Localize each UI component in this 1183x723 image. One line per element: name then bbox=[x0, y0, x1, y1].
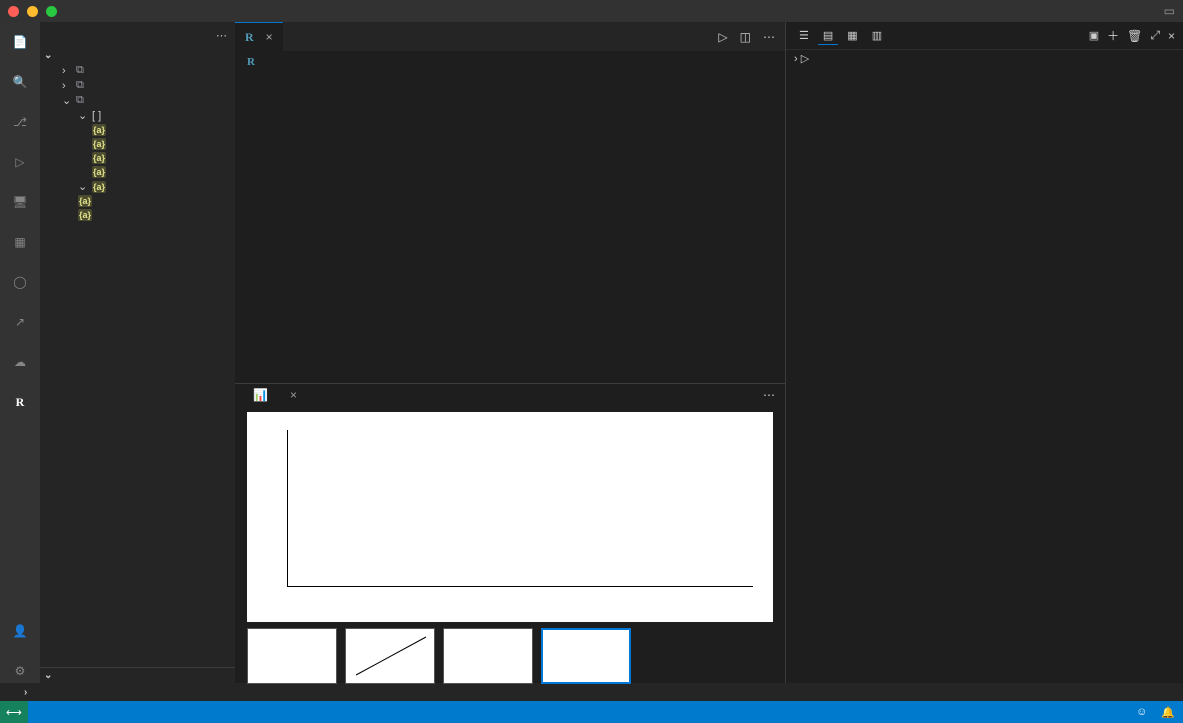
remote-status[interactable]: ⟷ bbox=[0, 701, 28, 723]
var-dt-x1[interactable]: {a} bbox=[40, 137, 235, 151]
sidebar: ⋯ ⌄ ›⧉ ›⧉ ⌄⧉ ⌄[ ] {a} {a} {a} {a} ⌄{a} {… bbox=[40, 22, 235, 683]
r-extension-icon[interactable]: R bbox=[8, 390, 32, 414]
trash-icon[interactable]: 🗑 bbox=[1127, 29, 1142, 43]
plot-frame bbox=[287, 430, 753, 587]
remote-icon[interactable]: 🖥 bbox=[8, 190, 32, 214]
maximize-panel-icon[interactable]: ⤢ bbox=[1150, 28, 1160, 43]
terminal-body[interactable] bbox=[786, 67, 1183, 683]
terminal-header: ☰ ▤ ▦ ▥ ▣ ＋ 🗑 ⤢ × bbox=[786, 22, 1183, 50]
code-editor[interactable] bbox=[235, 72, 785, 383]
plot-canvas[interactable] bbox=[247, 412, 773, 622]
github-icon[interactable]: ◯ bbox=[8, 270, 32, 294]
loaded-namespaces[interactable]: ›⧉ bbox=[40, 78, 235, 93]
minimize-window-button[interactable] bbox=[27, 6, 38, 17]
more-actions-icon[interactable]: ⋯ bbox=[763, 30, 775, 44]
close-tab-icon[interactable]: × bbox=[266, 30, 273, 44]
var-dt-x2[interactable]: {a} bbox=[40, 151, 235, 165]
close-panel-icon[interactable]: × bbox=[1168, 29, 1175, 43]
breadcrumb[interactable]: R bbox=[235, 52, 785, 72]
scm-icon[interactable]: ⎇ bbox=[8, 110, 32, 134]
statusbar: ⟷ ☺ 🔔 bbox=[0, 701, 1183, 723]
editor-tab-row: R × ▷ ◫ ⋯ bbox=[235, 22, 785, 52]
run-icon[interactable]: ▷ bbox=[718, 30, 727, 44]
global-environment[interactable]: ⌄⧉ bbox=[40, 93, 235, 108]
var-model[interactable]: ⌄{a} bbox=[40, 179, 235, 194]
split-editor-icon[interactable]: ◫ bbox=[740, 30, 751, 44]
plot-thumb-1[interactable] bbox=[247, 628, 337, 684]
var-dt-y[interactable]: {a} bbox=[40, 165, 235, 179]
panel-more-icon[interactable]: ⋯ bbox=[763, 388, 785, 402]
var-n[interactable]: {a} bbox=[40, 194, 235, 208]
term-tab-2[interactable]: ▤ bbox=[818, 27, 838, 45]
term-tab-4[interactable]: ▥ bbox=[867, 27, 887, 45]
var-dt[interactable]: ⌄[ ] bbox=[40, 108, 235, 123]
r-file-icon: R bbox=[247, 56, 255, 68]
line-gutter bbox=[235, 72, 273, 383]
r-file-icon: R bbox=[245, 30, 254, 45]
terminal-pane: ☰ ▤ ▦ ▥ ▣ ＋ 🗑 ⤢ × › ▷ bbox=[785, 22, 1183, 683]
search-icon[interactable]: 🔍 bbox=[8, 70, 32, 94]
close-window-button[interactable] bbox=[8, 6, 19, 17]
more-icon[interactable]: ⋯ bbox=[216, 29, 227, 42]
plot-tab[interactable]: 📊 × bbox=[245, 384, 305, 406]
editor-area: R × ▷ ◫ ⋯ R 📊 × bbox=[235, 22, 785, 683]
editor-tab[interactable]: R × bbox=[235, 22, 283, 51]
plot-thumb-2[interactable] bbox=[345, 628, 435, 684]
titlebar: ▭ bbox=[0, 0, 1183, 22]
code-content[interactable] bbox=[273, 72, 785, 383]
live-share-section[interactable]: › bbox=[0, 683, 1183, 701]
sidebar-header: ⋯ bbox=[40, 22, 235, 48]
cloud-icon[interactable]: ☁ bbox=[8, 350, 32, 374]
workspace-section[interactable]: ⌄ bbox=[40, 48, 235, 63]
plot-panel: 📊 × ⋯ bbox=[235, 383, 785, 683]
plot-thumb-4[interactable] bbox=[541, 628, 631, 684]
traffic-lights bbox=[8, 6, 57, 17]
debug-icon[interactable]: ▷ bbox=[8, 150, 32, 174]
term-tab-1[interactable]: ☰ bbox=[794, 27, 814, 45]
bell-icon[interactable]: 🔔 bbox=[1161, 706, 1175, 719]
chart-icon: 📊 bbox=[253, 388, 268, 402]
terminal-session-row[interactable]: › ▷ bbox=[786, 50, 1183, 67]
plot-thumb-3[interactable] bbox=[443, 628, 533, 684]
help-section[interactable]: ⌄ bbox=[40, 668, 235, 683]
gear-icon[interactable]: ⚙ bbox=[8, 659, 32, 683]
workspace-tree: ›⧉ ›⧉ ⌄⧉ ⌄[ ] {a} {a} {a} {a} ⌄{a} {a} {… bbox=[40, 63, 235, 667]
account-icon[interactable]: 👤 bbox=[8, 619, 32, 643]
term-tab-3[interactable]: ▦ bbox=[842, 27, 862, 45]
attached-namespaces[interactable]: ›⧉ bbox=[40, 63, 235, 78]
new-terminal-icon[interactable]: ＋ bbox=[1107, 27, 1119, 44]
liveshare-icon[interactable]: ↗ bbox=[8, 310, 32, 334]
var-rows[interactable]: {a} bbox=[40, 208, 235, 222]
lang-indicator[interactable]: ▣ bbox=[1089, 29, 1099, 42]
layout-icon[interactable]: ▭ bbox=[1164, 4, 1175, 18]
var-dt-id[interactable]: {a} bbox=[40, 123, 235, 137]
maximize-window-button[interactable] bbox=[46, 6, 57, 17]
activity-bar: 📄 🔍 ⎇ ▷ 🖥 ▦ ◯ ↗ ☁ R 👤 ⚙ bbox=[0, 22, 40, 683]
extensions-icon[interactable]: ▦ bbox=[8, 230, 32, 254]
feedback-icon[interactable]: ☺ bbox=[1136, 706, 1147, 719]
plot-thumbnails bbox=[247, 622, 773, 686]
explorer-icon[interactable]: 📄 bbox=[8, 30, 32, 54]
close-plot-tab[interactable]: × bbox=[290, 388, 297, 402]
